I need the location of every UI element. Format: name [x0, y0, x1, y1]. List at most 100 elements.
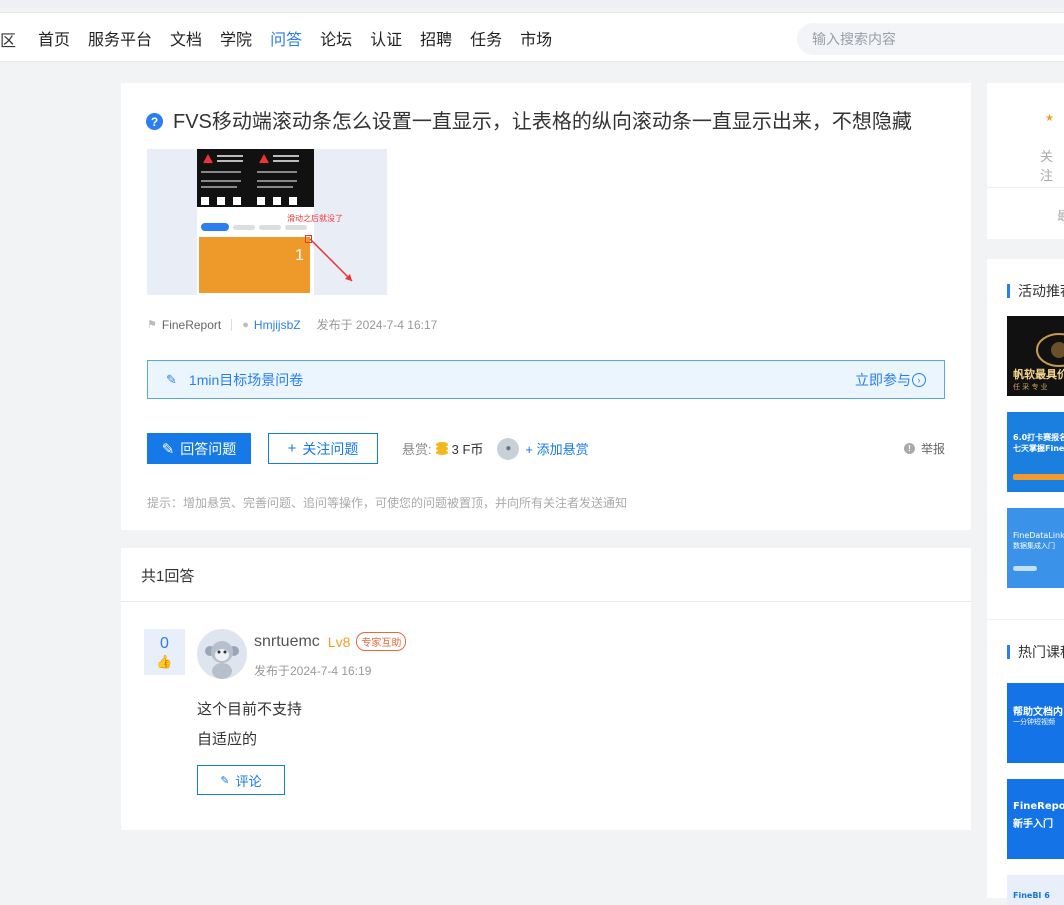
star-icon: ★: [1045, 113, 1054, 124]
thumbs-up-icon: 👍: [156, 653, 173, 669]
answers-card: 共1回答 0 👍 snrtuemc Lv8 专家互助 发布于2024-7-4 1…: [121, 548, 971, 830]
user-icon: ●: [242, 318, 249, 331]
answer-question-button[interactable]: ✎ 回答问题: [147, 433, 251, 464]
activity-title: 活动推荐: [1007, 281, 1064, 301]
nav-link-certification[interactable]: 认证: [370, 26, 402, 50]
bounty-label: 悬赏:: [402, 442, 432, 457]
nav-link-docs[interactable]: 文档: [170, 26, 202, 50]
nav-link-qa[interactable]: 问答: [270, 26, 302, 50]
activity-banner[interactable]: 6.0打卡赛报名启 七天掌握FineBI: [1007, 412, 1064, 492]
plus-icon: +: [287, 440, 297, 457]
banner-subtitle: 任 采 专 业: [1013, 383, 1048, 391]
nav-edge-text: 区: [0, 33, 17, 50]
banner-cta-bar: [1013, 474, 1064, 480]
nav-link-service-platform[interactable]: 服务平台: [88, 26, 152, 50]
course-subtitle: 新手入门: [1013, 819, 1053, 830]
nav-link-academy[interactable]: 学院: [220, 26, 252, 50]
banner-title: FineDataLink 学: [1013, 531, 1064, 540]
arrow-icon: [309, 238, 353, 282]
answer-line: 这个目前不支持: [197, 701, 303, 718]
nav-link-forum[interactable]: 论坛: [320, 26, 352, 50]
answer-count: 共1回答: [141, 568, 195, 585]
bounty-amount: 3 F币: [451, 442, 484, 457]
activity-banner[interactable]: 帆软最具价 任 采 专 业: [1007, 316, 1064, 396]
survey-join-link[interactable]: 立即参与 ›: [855, 370, 926, 390]
activity-title-label: 活动推荐: [1018, 283, 1064, 299]
comment-label: 评论: [235, 773, 262, 789]
report-label: 举报: [920, 442, 945, 456]
course-title: FineBI 6: [1013, 891, 1050, 900]
question-author[interactable]: HmjijsbZ: [254, 318, 301, 332]
follow-question-button[interactable]: + 关注问题: [268, 433, 378, 464]
nav-link-tasks[interactable]: 任务: [470, 26, 502, 50]
sidebar-stats-card: ★ 关注 最: [987, 83, 1064, 239]
question-tip: 提示：增加悬赏、完善问题、追问等操作，可使您的问题被置顶，并向所有关注者发送通知: [147, 496, 628, 510]
survey-title: 1min目标场景问卷: [188, 371, 304, 388]
answer-line: 自适应的: [197, 731, 258, 748]
browser-top-strip: [0, 0, 1064, 8]
question-header: ? FVS移动端滚动条怎么设置一直显示，让表格的纵向滚动条一直显示出来，不想隐藏: [146, 105, 912, 134]
nav-link-home[interactable]: 首页: [38, 26, 70, 50]
question-circle-icon: ?: [146, 113, 163, 130]
meta-divider: [231, 318, 233, 331]
user-level: Lv8: [327, 633, 351, 650]
vote-count: 0: [160, 634, 169, 652]
report-link[interactable]: ! 举报: [903, 440, 945, 457]
follow-question-label: 关注问题: [302, 440, 359, 457]
sidebar-mini-label: 最: [1057, 209, 1064, 223]
hot-courses-title-label: 热门课程: [1018, 644, 1064, 660]
answers-divider: [121, 601, 971, 602]
answer-username[interactable]: snrtuemc: [254, 633, 320, 651]
banner-subtitle: 数据集成入门: [1013, 542, 1055, 550]
question-actions: ✎ 回答问题 + 关注问题 悬赏: 3 F币 ● + 添加悬赏 ! 举报: [147, 433, 945, 464]
tab-pill: [233, 225, 255, 230]
banner-title: 帆软最具价: [1013, 368, 1064, 381]
orange-table-cell: 1: [199, 237, 310, 293]
answer-body: 这个目前不支持 自适应的: [197, 695, 302, 755]
answer-question-label: 回答问题: [180, 440, 237, 457]
tab-pill: [259, 225, 281, 230]
activity-recommend-card: 活动推荐 帆软最具价 任 采 专 业 6.0打卡赛报名启 七天掌握FineBI …: [987, 259, 1064, 619]
question-tag[interactable]: FineReport: [162, 318, 221, 332]
nav-link-market[interactable]: 市场: [520, 26, 552, 50]
chevron-right-circle-icon: ›: [912, 372, 926, 387]
question-title: FVS移动端滚动条怎么设置一直显示，让表格的纵向滚动条一直显示出来，不想隐藏: [173, 111, 912, 133]
answer-date: 发布于2024-7-4 16:19: [254, 664, 372, 678]
comment-button[interactable]: ✎ 评论: [197, 765, 285, 795]
nav-links: 首页 服务平台 文档 学院 问答 论坛 认证 招聘 任务 市场: [38, 13, 570, 63]
upvote-button[interactable]: 0 👍: [144, 629, 185, 675]
banner-subtitle: 七天掌握FineBI: [1013, 444, 1064, 453]
image-annotation: 滑动之后就没了: [287, 214, 343, 223]
bounty-info: 悬赏: 3 F币 ● + 添加悬赏: [402, 437, 589, 460]
course-title: FineReport: [1013, 801, 1064, 812]
survey-banner[interactable]: ✎ 1min目标场景问卷 立即参与 ›: [147, 360, 945, 399]
banner-cta-bar: [1013, 566, 1037, 571]
tab-pill: [285, 225, 307, 230]
course-banner[interactable]: FineBI 6: [1007, 875, 1064, 905]
tag-icon: ⚑: [147, 319, 157, 331]
question-screenshot[interactable]: 1 滑动之后就没了: [147, 149, 387, 295]
course-banner[interactable]: 帮助文档内 一分钟短视频: [1007, 683, 1064, 763]
bounty-user-avatar: ●: [497, 437, 520, 460]
question-card: ? FVS移动端滚动条怎么设置一直显示，让表格的纵向滚动条一直显示出来，不想隐藏: [121, 83, 971, 530]
avatar[interactable]: [197, 629, 247, 679]
search-input[interactable]: [797, 23, 1064, 55]
edit-icon: ✎: [220, 774, 230, 787]
sidebar-divider: [987, 187, 1064, 188]
monkey-avatar-graphic: [197, 629, 247, 679]
answer-user-line: snrtuemc Lv8 专家互助: [254, 632, 407, 651]
active-tab-pill: [201, 223, 229, 231]
banner-title: 6.0打卡赛报名启: [1013, 433, 1064, 442]
sidebar-follow-label[interactable]: 关注: [1040, 146, 1064, 184]
pencil-icon: ✎: [161, 440, 175, 458]
edit-note-icon: ✎: [166, 371, 177, 387]
question-meta: ⚑ FineReport ● HmjijsbZ 发布于 2024-7-4 16:…: [147, 316, 437, 333]
nav-link-jobs[interactable]: 招聘: [420, 26, 452, 50]
hot-courses-title: 热门课程: [1007, 642, 1064, 662]
add-bounty-link[interactable]: + 添加悬赏: [525, 439, 588, 458]
course-banner[interactable]: FineReport 新手入门: [1007, 779, 1064, 859]
coins-icon: [435, 441, 448, 456]
survey-join-label: 立即参与: [855, 371, 911, 388]
hot-courses-card: 热门课程 帮助文档内 一分钟短视频 FineReport 新手入门 FineBI…: [987, 620, 1064, 905]
activity-banner[interactable]: FineDataLink 学 数据集成入门: [1007, 508, 1064, 588]
